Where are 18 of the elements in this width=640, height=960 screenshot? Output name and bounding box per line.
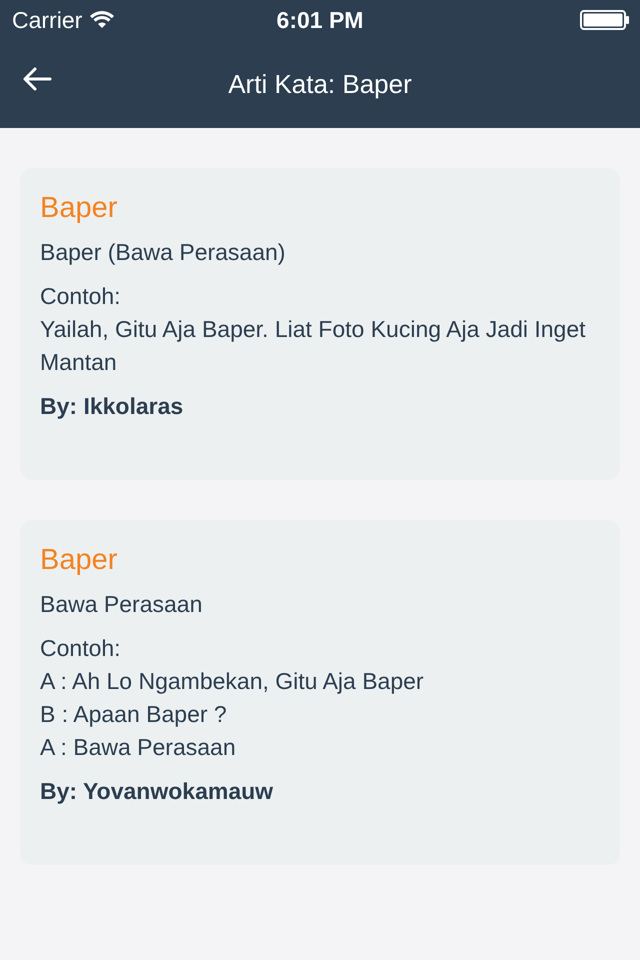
entry-meaning: Baper (Bawa Perasaan) [40, 239, 286, 266]
battery-icon [580, 10, 630, 30]
entry-word: Baper [40, 192, 118, 225]
example-line: A : Ah Lo Ngambekan, Gitu Aja Baper [40, 667, 425, 696]
entry-author: By: Yovanwokamauw [40, 778, 274, 805]
example-label: Contoh: [40, 634, 122, 663]
entry-word: Baper [40, 544, 118, 577]
example-label: Contoh: [40, 282, 122, 311]
entry-meaning: Bawa Perasaan [40, 591, 204, 618]
wifi-icon [90, 11, 114, 29]
example-line: Yailah, Gitu Aja Baper. Liat Foto Kucing Aja Jadi Inget Mantan [40, 315, 587, 377]
example-line: B : Apaan Baper ? [40, 700, 228, 729]
page-title: Arti Kata: Baper [228, 68, 412, 100]
entry-author: By: Ikkolaras [40, 393, 184, 420]
carrier-name: Carrier [12, 6, 82, 34]
example-line: A : Bawa Perasaan [40, 733, 237, 762]
status-time: 6:01 PM [276, 6, 364, 34]
back-arrow-icon[interactable] [22, 66, 52, 92]
